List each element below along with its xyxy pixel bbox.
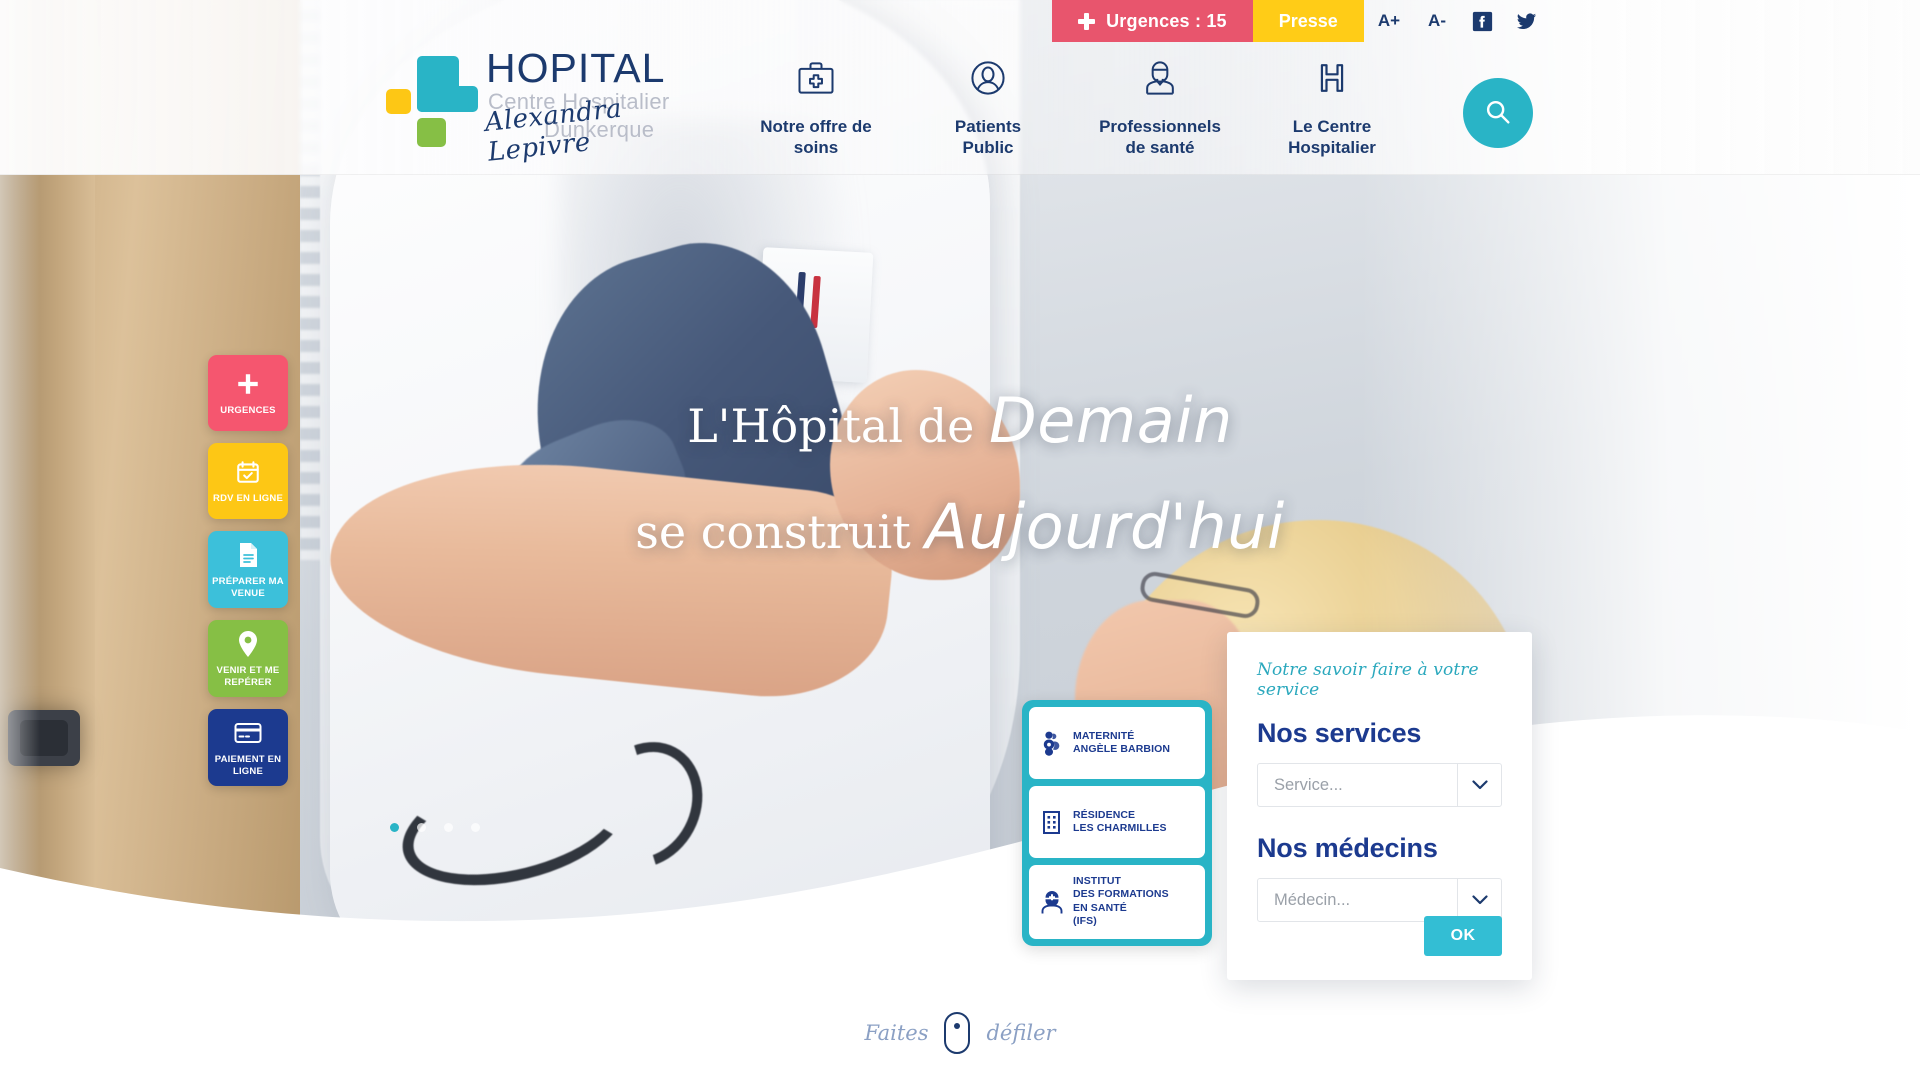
doctors-heading: Nos médecins xyxy=(1257,833,1438,863)
chevron-down-icon xyxy=(1457,879,1501,921)
nav-label: Notre offre de soins xyxy=(760,117,872,158)
services-search-card: Notre savoir faire à votre service Nos s… xyxy=(1227,632,1532,980)
logo-square-green xyxy=(417,118,446,147)
logo-wordmark: HOPITAL Centre Hospitalier Dunkerque Ale… xyxy=(483,45,676,168)
service-select[interactable]: Service... xyxy=(1257,763,1502,807)
mouse-icon[interactable] xyxy=(944,1012,971,1054)
nurse-icon xyxy=(1039,889,1065,915)
tile-label: INSTITUT DES FORMATIONS EN SANTÉ (IFS) xyxy=(1073,875,1169,928)
slider-dot-3[interactable] xyxy=(444,823,453,832)
services-heading: Nos services xyxy=(1257,718,1422,748)
tile-residence-les-charmilles[interactable]: RÉSIDENCE LES CHARMILLES xyxy=(1029,786,1205,858)
font-decrease-button[interactable]: A- xyxy=(1414,0,1460,42)
site-logo[interactable]: HOPITAL Centre Hospitalier Dunkerque Ale… xyxy=(386,45,676,168)
main-navigation: Notre offre de soins Patients Public Pro… xyxy=(730,52,1418,159)
baby-icon xyxy=(1039,730,1065,756)
scroll-hint: Faites défiler xyxy=(0,1012,1920,1054)
quick-access-label: PAIEMENT EN LIGNE xyxy=(214,754,282,777)
logo-title: HOPITAL xyxy=(486,45,666,91)
letter-h-icon xyxy=(1310,52,1354,104)
search-icon xyxy=(1483,97,1513,130)
nav-label: Professionnels de santé xyxy=(1099,117,1221,158)
nav-item-offre-de-soins[interactable]: Notre offre de soins xyxy=(730,52,902,159)
logo-square-yellow xyxy=(386,89,411,114)
slider-dot-2[interactable] xyxy=(417,823,426,832)
header-divider xyxy=(0,174,1920,175)
logo-mark-icon xyxy=(386,56,478,156)
quick-access-paiement-en-ligne[interactable]: PAIEMENT EN LIGNE xyxy=(208,709,288,787)
service-select-value: Service... xyxy=(1274,775,1343,794)
quick-access-sidebar: URGENCES RDV EN LIGNE PRÉPARER MA VENUE xyxy=(208,355,288,787)
plus-cross-icon xyxy=(1078,12,1096,30)
quick-access-urgences[interactable]: URGENCES xyxy=(208,355,288,431)
quick-access-venir-et-me-reperer[interactable]: VENIR ET ME REPÉRER xyxy=(208,620,288,698)
calendar-check-icon xyxy=(235,458,261,486)
tile-institut-formations-sante[interactable]: INSTITUT DES FORMATIONS EN SANTÉ (IFS) xyxy=(1029,865,1205,939)
plus-cross-icon xyxy=(235,370,261,398)
scroll-hint-before: Faites xyxy=(864,1021,929,1045)
quick-access-rdv-en-ligne[interactable]: RDV EN LIGNE xyxy=(208,443,288,519)
map-pin-icon xyxy=(236,630,260,658)
quick-access-preparer-ma-venue[interactable]: PRÉPARER MA VENUE xyxy=(208,531,288,609)
facebook-icon[interactable] xyxy=(1460,0,1504,42)
nav-item-patients-public[interactable]: Patients Public xyxy=(902,52,1074,159)
nav-label: Patients Public xyxy=(954,117,1022,158)
tile-maternite[interactable]: MATERNITÉ ANGÈLE BARBION xyxy=(1029,707,1205,779)
urgences-button[interactable]: Urgences : 15 xyxy=(1052,0,1253,42)
urgences-label: Urgences : 15 xyxy=(1106,10,1227,31)
tile-label: RÉSIDENCE LES CHARMILLES xyxy=(1073,808,1167,834)
nav-item-professionnels-sante[interactable]: Professionnels de santé xyxy=(1074,52,1246,159)
nav-item-centre-hospitalier[interactable]: Le Centre Hospitalier xyxy=(1246,52,1418,159)
scroll-hint-after: défiler xyxy=(986,1021,1056,1045)
twitter-icon[interactable] xyxy=(1504,0,1548,42)
nav-label: Le Centre Hospitalier xyxy=(1288,117,1376,158)
presse-button[interactable]: Presse xyxy=(1252,0,1364,42)
ok-button[interactable]: OK xyxy=(1424,916,1502,956)
building-icon xyxy=(1039,809,1065,835)
presse-label: Presse xyxy=(1278,10,1338,31)
accessibility-links: A+ A- xyxy=(1364,0,1548,42)
service-tiles-group: MATERNITÉ ANGÈLE BARBION RÉSIDENCE LES C… xyxy=(1022,700,1212,946)
slider-pagination xyxy=(390,823,480,832)
tile-label: MATERNITÉ ANGÈLE BARBION xyxy=(1073,729,1171,755)
credit-card-icon xyxy=(234,719,262,747)
doctor-select-value: Médecin... xyxy=(1274,890,1351,909)
doctor-icon xyxy=(1138,52,1182,104)
card-kicker: Notre savoir faire à votre service xyxy=(1257,660,1479,700)
document-icon xyxy=(236,541,260,569)
medical-bag-icon xyxy=(794,52,838,104)
utility-topbar: Urgences : 15 Presse A+ A- xyxy=(0,0,1920,42)
slider-dot-1[interactable] xyxy=(390,823,399,832)
slider-dot-4[interactable] xyxy=(471,823,480,832)
quick-access-label: PRÉPARER MA VENUE xyxy=(212,576,284,599)
search-button[interactable] xyxy=(1463,78,1533,148)
quick-access-label: URGENCES xyxy=(220,405,276,417)
font-increase-button[interactable]: A+ xyxy=(1364,0,1414,42)
logo-square-teal-arm xyxy=(417,86,478,112)
chevron-down-icon xyxy=(1457,764,1501,806)
quick-access-label: RDV EN LIGNE xyxy=(213,493,283,505)
user-circle-icon xyxy=(966,52,1010,104)
quick-access-label: VENIR ET ME REPÉRER xyxy=(216,665,280,688)
